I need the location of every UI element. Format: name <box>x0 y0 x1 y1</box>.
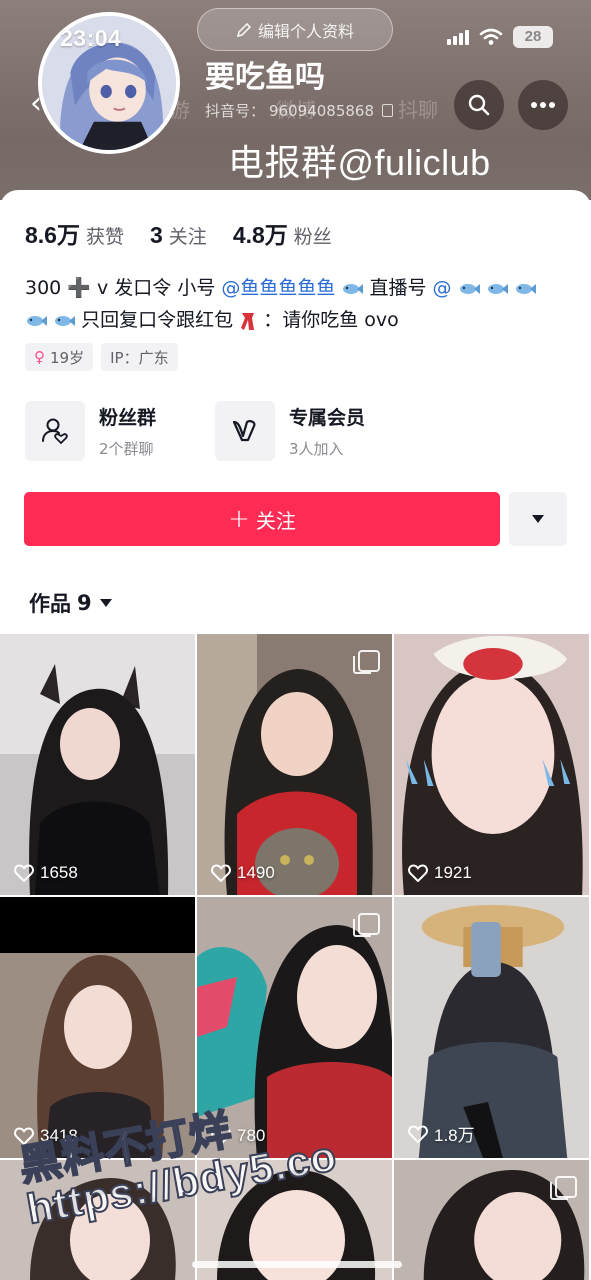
ip-tag: IP：广东 <box>101 343 178 371</box>
nickname: 要吃鱼吗 <box>205 60 325 95</box>
status-icons: 28 <box>447 26 553 48</box>
like-count: 1921 <box>408 863 472 883</box>
more-dots-icon <box>531 102 555 108</box>
stat-value: 8.6万 <box>25 222 80 248</box>
fish-icon <box>515 283 536 294</box>
fish-icon <box>55 315 76 326</box>
douyin-id[interactable]: 抖音号： 96094085868 <box>205 100 393 121</box>
thumbnail-image <box>0 634 195 895</box>
stat-label: 关注 <box>168 226 207 248</box>
fish-icon <box>343 283 364 294</box>
back-button[interactable]: ‹ <box>30 86 66 122</box>
edit-profile-label: 编辑个人资料 <box>257 21 354 41</box>
stat-label: 粉丝 <box>293 226 332 248</box>
tab-works[interactable]: 作品 9 <box>29 588 112 618</box>
entry-title: 专属会员 <box>289 407 366 429</box>
status-time: 23:04 <box>60 25 122 51</box>
age-label: 19岁 <box>50 348 85 367</box>
entry-subtitle: 2个群聊 <box>99 440 154 458</box>
fan-group-entry[interactable]: 粉丝群 2个群聊 <box>25 401 215 461</box>
follow-label: 关注 <box>255 508 296 533</box>
thumbnail-image <box>394 634 589 895</box>
stat-following[interactable]: 3 关注 <box>150 222 207 249</box>
membership-entry[interactable]: 专属会员 3人加入 <box>215 401 405 461</box>
like-count: 1490 <box>211 863 275 883</box>
entry-title: 粉丝群 <box>99 407 157 429</box>
mention-link[interactable]: @ <box>433 277 452 299</box>
multi-image-icon <box>550 1176 577 1200</box>
recommend-dropdown-button[interactable] <box>509 492 567 546</box>
bio-text: ：请你吃鱼 ovo <box>263 309 399 331</box>
entry-subtitle: 3人加入 <box>289 440 344 458</box>
like-count-value: 1.8万 <box>434 1126 475 1145</box>
female-icon: ♀ <box>34 348 45 366</box>
like-count: 1658 <box>14 863 78 883</box>
works-label: 作品 <box>29 592 71 616</box>
membership-icon <box>215 401 275 461</box>
heart-icon <box>211 864 231 882</box>
follow-button[interactable]: + 关注 <box>24 492 500 546</box>
stat-likes[interactable]: 8.6万 获赞 <box>25 216 124 250</box>
edit-profile-button[interactable]: 编辑个人资料 <box>197 8 393 51</box>
bio: 300 ➕ v 发口令 小号 @鱼鱼鱼鱼鱼 直播号 @ 只回复口令跟红包 ：请你… <box>25 272 570 336</box>
heart-icon <box>408 864 428 882</box>
mention-link[interactable]: @鱼鱼鱼鱼鱼 <box>221 277 335 299</box>
scarf-icon <box>241 312 255 330</box>
search-button[interactable] <box>454 80 504 130</box>
stats-row: 8.6万 获赞 3 关注 4.8万 粉丝 <box>25 216 332 250</box>
caret-down-icon <box>532 515 544 523</box>
bio-text: 直播号 <box>369 277 427 299</box>
search-icon <box>468 94 490 116</box>
like-count-value: 1921 <box>434 863 472 882</box>
heart-icon <box>408 1124 428 1143</box>
stat-value: 3 <box>150 222 163 248</box>
video-thumbnail[interactable]: 1490 <box>197 634 392 895</box>
stat-label: 获赞 <box>85 226 124 248</box>
ip-label: IP：广东 <box>110 348 169 367</box>
bio-text: 300 ➕ v 发口令 小号 <box>25 277 216 299</box>
profile-header: 游 微博 抖聊 23:04 ‹ 编辑个人资料 28 要吃鱼吗 抖音号： 9609… <box>0 0 591 200</box>
profile-tags: ♀ 19岁 IP：广东 <box>25 343 178 371</box>
fan-group-icon <box>25 401 85 461</box>
fish-icon <box>487 283 508 294</box>
signal-icon <box>447 29 469 45</box>
video-thumbnail[interactable] <box>394 1160 589 1280</box>
stat-value: 4.8万 <box>232 222 288 248</box>
header-watermark: 电报群@fuliclub <box>228 142 491 183</box>
multi-image-icon <box>353 650 380 674</box>
stat-followers[interactable]: 4.8万 粉丝 <box>233 216 332 250</box>
caret-down-icon <box>99 599 112 607</box>
plus-icon: + <box>228 504 250 534</box>
video-thumbnail[interactable]: 1658 <box>0 634 195 895</box>
douyin-id-value: 96094085868 <box>269 101 374 120</box>
battery-icon: 28 <box>513 26 553 48</box>
fish-icon <box>459 283 480 294</box>
age-tag: ♀ 19岁 <box>25 343 94 371</box>
copy-icon[interactable] <box>382 104 393 117</box>
multi-image-icon <box>353 913 380 937</box>
heart-icon <box>14 864 34 882</box>
like-count: 1.8万 <box>408 1121 475 1146</box>
video-thumbnail[interactable]: 1921 <box>394 634 589 895</box>
home-indicator[interactable] <box>192 1261 402 1268</box>
pencil-icon <box>236 22 252 37</box>
background-text: 抖聊 <box>398 98 438 122</box>
fish-icon <box>27 315 47 326</box>
wifi-icon <box>479 28 503 45</box>
feature-entries: 粉丝群 2个群聊 专属会员 3人加入 <box>25 401 405 461</box>
douyin-id-label: 抖音号： <box>205 102 266 120</box>
more-options-button[interactable] <box>518 80 568 130</box>
bio-text: 只回复口令跟红包 <box>81 309 234 331</box>
video-thumbnail[interactable]: 1.8万 <box>394 897 589 1158</box>
works-count: 9 <box>77 591 92 615</box>
like-count-value: 1490 <box>237 863 275 882</box>
like-count-value: 1658 <box>40 863 78 882</box>
thumbnail-image <box>394 897 589 1158</box>
